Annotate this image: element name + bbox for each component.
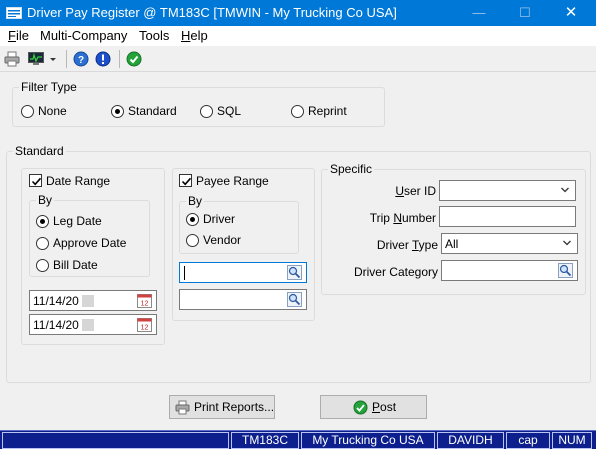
svg-text:12: 12 [141,325,149,332]
payee-from-field[interactable] [179,262,307,283]
vendor-label: Vendor [203,233,242,247]
calendar-icon[interactable]: 12 [137,317,152,332]
post-label: Post [372,400,397,414]
payee-by-legend: By [188,194,203,208]
toolbar: ? [0,46,596,72]
driver-label: Driver [203,212,235,226]
help-icon[interactable]: ? [73,51,89,67]
menu-file[interactable]: File [8,28,29,43]
driver-category-label: Driver Category [353,265,438,279]
printer-icon[interactable] [4,51,20,67]
maximize-button[interactable]: ☐ [502,0,548,26]
text-caret [184,266,185,280]
status-user: DAVIDH [437,432,504,449]
svg-text:?: ? [78,55,84,66]
specific-legend: Specific [330,162,373,176]
chevron-down-icon [561,187,569,193]
close-button[interactable]: ✕ [548,0,594,26]
app-icon [6,7,22,19]
info-icon[interactable] [95,51,111,67]
print-reports-button[interactable]: Print Reports... [169,395,275,419]
driver-type-select[interactable]: All [441,233,578,254]
from-date-value: 11/14/20 [33,294,79,308]
leg-date-label: Leg Date [53,214,102,228]
printer-icon [175,400,190,415]
standard-legend: Standard [15,144,64,158]
payee-range-checkbox[interactable]: Payee Range [179,173,269,189]
from-date-field[interactable]: 11/14/20 12 [29,290,157,311]
lookup-icon[interactable] [287,292,302,307]
toolbar-separator [119,50,120,68]
payee-to-field[interactable] [179,289,307,310]
menu-tools[interactable]: Tools [139,28,169,43]
minimize-button[interactable]: — [456,0,502,26]
status-blank-cell [2,432,229,449]
filter-none-label: None [38,104,67,118]
to-date-field[interactable]: 11/14/20 12 [29,314,157,335]
filter-sql-label: SQL [217,104,242,118]
calendar-icon[interactable]: 12 [137,293,152,308]
title-bar: Driver Pay Register @ TM183C [TMWIN - My… [0,0,596,26]
chevron-down-icon [563,240,571,246]
toolbar-separator [66,50,67,68]
trip-number-label: Trip Number [369,211,436,225]
approve-date-label: Approve Date [53,236,127,250]
user-id-select[interactable] [439,180,576,201]
redacted-year [82,295,94,307]
date-range-checkbox[interactable]: Date Range [29,173,110,189]
redacted-year [82,319,94,331]
status-num: NUM [552,432,592,449]
lookup-icon[interactable] [287,265,302,280]
ok-icon[interactable] [126,51,142,67]
driver-category-input[interactable] [441,260,578,281]
filter-standard-label: Standard [128,104,177,118]
status-caps: cap [506,432,550,449]
trip-number-input[interactable] [439,206,576,227]
filter-type-legend: Filter Type [21,80,77,94]
payee-range-label: Payee Range [196,174,269,188]
dropdown-arrow-icon[interactable] [48,51,58,67]
status-bar: TM183C My Trucking Co USA DAVIDH cap NUM [0,430,596,449]
user-id-label: User ID [395,184,436,198]
status-server: TM183C [231,432,299,449]
date-range-label: Date Range [46,174,111,188]
driver-type-label: Driver Type [376,238,438,252]
date-by-legend: By [38,193,53,207]
monitor-icon[interactable] [28,51,44,67]
ok-icon [353,400,368,415]
menu-multi-company[interactable]: Multi-Company [40,28,127,43]
status-company: My Trucking Co USA [301,432,435,449]
filter-reprint-label: Reprint [308,104,347,118]
bill-date-label: Bill Date [53,258,98,272]
menu-help[interactable]: Help [181,28,208,43]
print-reports-label: Print Reports... [194,400,275,414]
svg-text:12: 12 [141,301,149,308]
driver-type-value: All [445,237,459,251]
lookup-icon[interactable] [558,263,573,278]
to-date-value: 11/14/20 [33,318,79,332]
window-title: Driver Pay Register @ TM183C [TMWIN - My… [27,5,397,20]
post-button[interactable]: Post [320,395,427,419]
menu-bar: File Multi-Company Tools Help [0,26,596,46]
